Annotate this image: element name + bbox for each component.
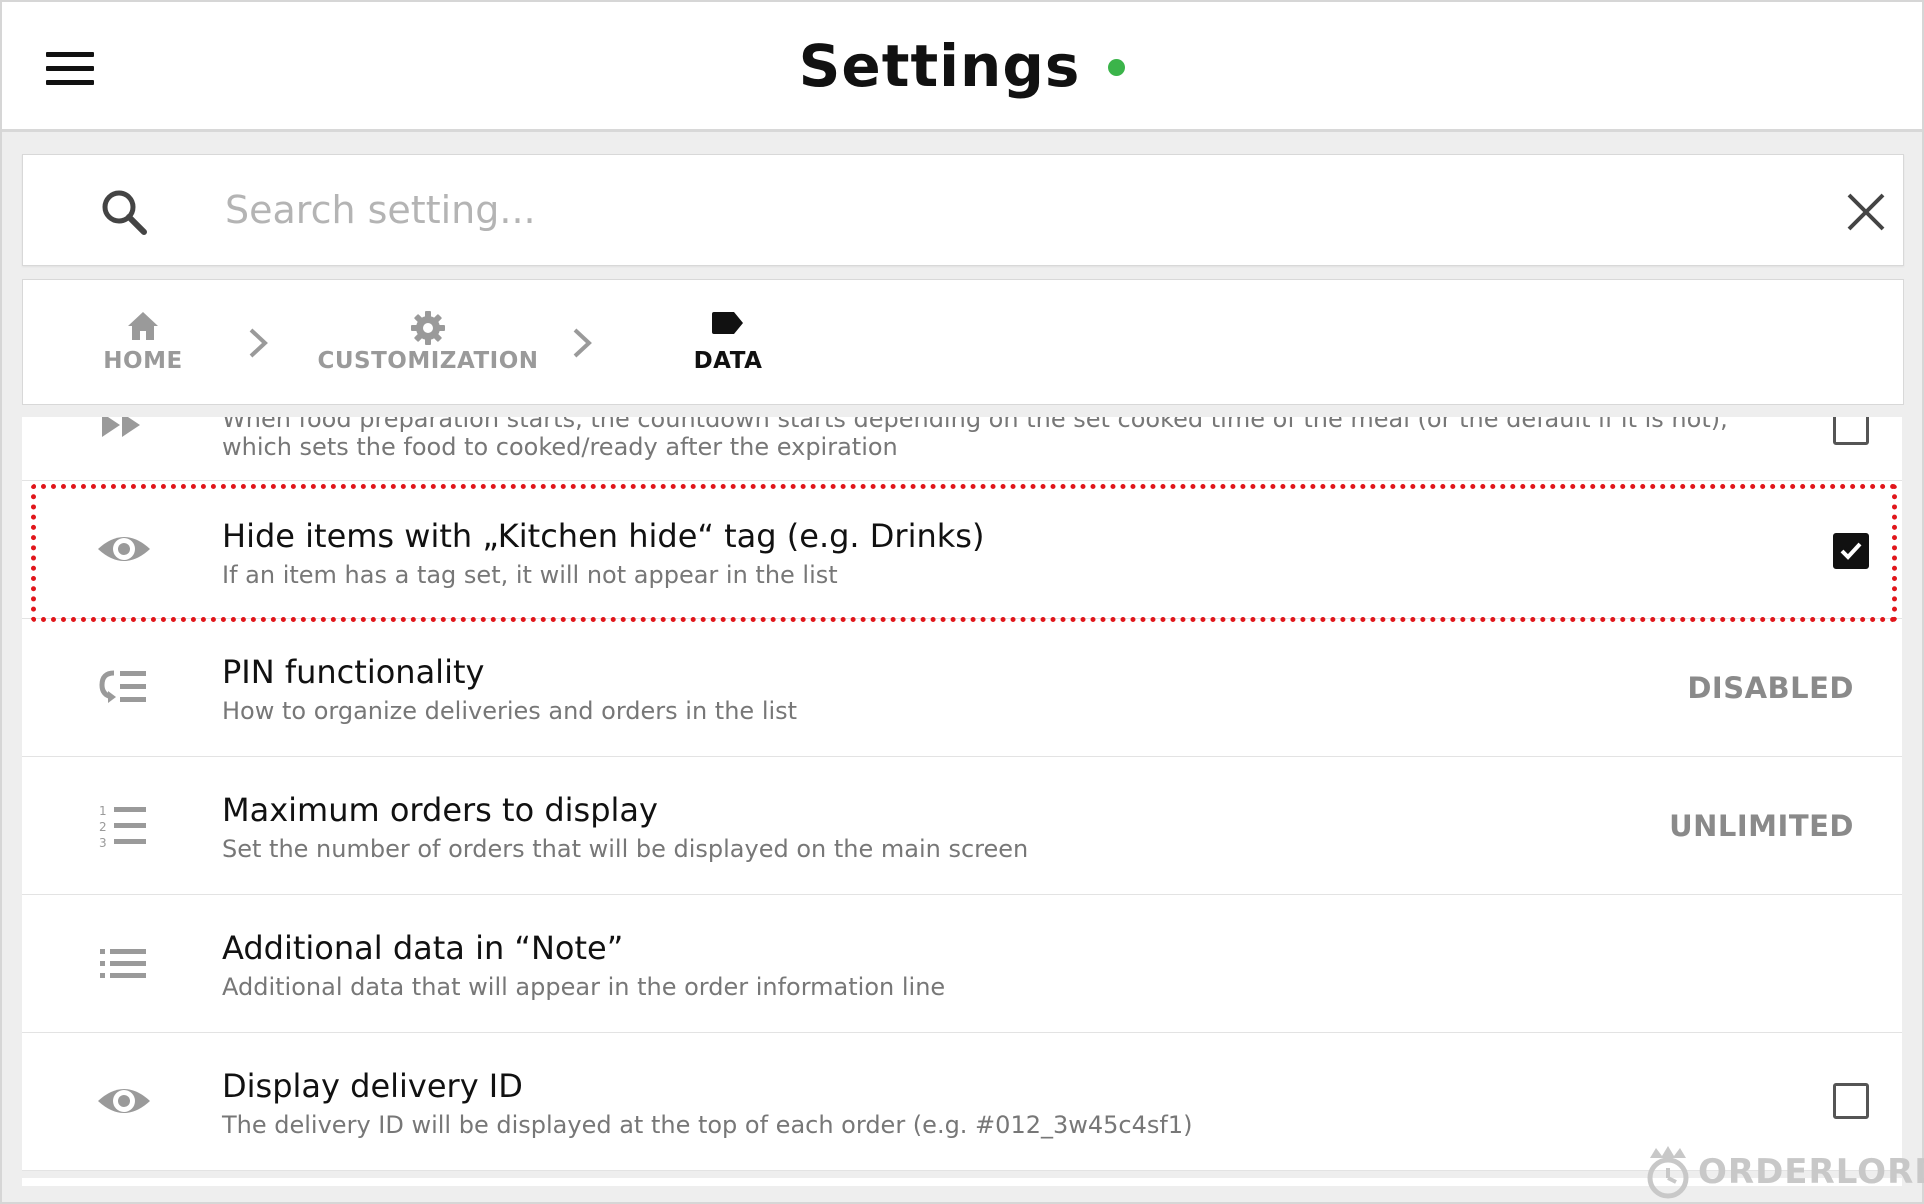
setting-title: Hide items with „Kitchen hide“ tag (e.g.…: [222, 517, 985, 555]
sort-list-icon: [99, 670, 146, 703]
svg-text:2: 2: [99, 820, 107, 834]
orderlord-logo: ORDERLORD: [1642, 1142, 1924, 1202]
crown-clock-icon: [1647, 1146, 1689, 1199]
setting-row-additional-data[interactable]: Additional data in “Note” Additional dat…: [22, 895, 1902, 1033]
setting-title: PIN functionality: [222, 653, 485, 691]
breadcrumb: HOME CUSTOMIZATION DATA: [22, 279, 1904, 405]
app-header: Settings: [2, 2, 1922, 132]
setting-row-cook-countdown[interactable]: When food preparation starts, the countd…: [22, 417, 1902, 481]
bulleted-list-icon: [100, 949, 146, 978]
setting-title: Additional data in “Note”: [222, 929, 624, 967]
title-wrap: Settings: [2, 2, 1922, 129]
setting-description: Additional data that will appear in the …: [222, 973, 946, 1001]
status-dot: [1108, 59, 1126, 76]
tag-icon: [712, 312, 743, 334]
close-icon[interactable]: [1843, 189, 1889, 235]
svg-text:1: 1: [99, 804, 107, 818]
setting-row-pin[interactable]: PIN functionality How to organize delive…: [22, 619, 1902, 757]
setting-checkbox-checked[interactable]: [1833, 533, 1869, 569]
search-bar: [22, 154, 1904, 266]
setting-row-delivery-id[interactable]: Display delivery ID The delivery ID will…: [22, 1033, 1902, 1171]
numbered-list-icon: 1 2 3: [99, 804, 146, 850]
setting-title: Display delivery ID: [222, 1067, 523, 1105]
breadcrumb-data[interactable]: DATA: [653, 280, 803, 404]
setting-description: which sets the food to cooked/ready afte…: [222, 433, 898, 461]
chevron-right-icon: [249, 328, 268, 358]
home-icon: [128, 312, 158, 340]
setting-row-max-orders[interactable]: 1 2 3 Maximum orders to display Set the …: [22, 757, 1902, 895]
fast-forward-icon: [102, 417, 140, 437]
settings-list: When food preparation starts, the countd…: [22, 417, 1902, 1177]
setting-value: DISABLED: [1687, 671, 1854, 705]
setting-description: The delivery ID will be displayed at the…: [222, 1111, 1193, 1139]
chevron-right-icon: [573, 328, 592, 358]
setting-description: Set the number of orders that will be di…: [222, 835, 1029, 863]
setting-value: UNLIMITED: [1669, 809, 1854, 843]
app-frame: Settings HOME: [0, 0, 1924, 1204]
breadcrumb-customization[interactable]: CUSTOMIZATION: [303, 280, 553, 404]
breadcrumb-label: CUSTOMIZATION: [317, 348, 539, 374]
setting-row-hide-items[interactable]: Hide items with „Kitchen hide“ tag (e.g.…: [22, 481, 1902, 619]
setting-description: When food preparation starts, the countd…: [222, 417, 1728, 433]
breadcrumb-label: DATA: [693, 348, 763, 374]
setting-checkbox[interactable]: [1833, 1083, 1869, 1119]
list-bottom-edge: [22, 1178, 1902, 1186]
setting-description: If an item has a tag set, it will not ap…: [222, 561, 838, 589]
eye-icon: [98, 537, 150, 561]
breadcrumb-label: HOME: [103, 348, 183, 374]
logo-text: ORDERLORD: [1698, 1152, 1924, 1192]
search-input[interactable]: [223, 177, 1747, 243]
svg-text:3: 3: [99, 836, 107, 850]
eye-icon: [98, 1089, 150, 1113]
checkmark-icon: [1840, 542, 1862, 560]
setting-description: How to organize deliveries and orders in…: [222, 697, 798, 725]
setting-title: Maximum orders to display: [222, 791, 658, 829]
breadcrumb-home[interactable]: HOME: [68, 280, 218, 404]
search-icon: [102, 190, 147, 235]
page-title: Settings: [798, 31, 1081, 100]
gear-icon: [411, 311, 445, 345]
setting-checkbox[interactable]: [1833, 417, 1869, 445]
